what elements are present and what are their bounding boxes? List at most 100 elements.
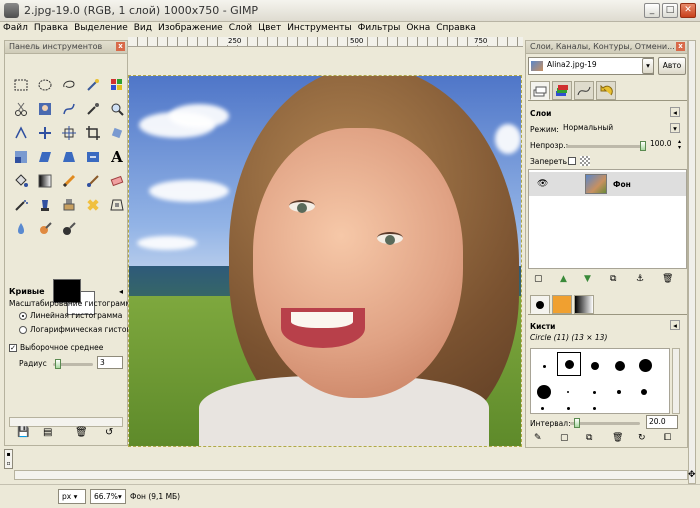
rotate-icon[interactable] (107, 123, 127, 143)
menu-windows[interactable]: Окна (403, 22, 433, 33)
auto-button[interactable]: Авто (658, 57, 686, 75)
log-histogram-option[interactable]: Логарифмическая гистограм (19, 325, 145, 334)
reset-options-icon[interactable]: ↺ (105, 427, 113, 438)
airbrush-icon[interactable] (11, 195, 31, 215)
brush-item[interactable] (591, 362, 599, 370)
image-select-arrow-icon[interactable]: ▾ (642, 58, 654, 74)
menu-filters[interactable]: Фильтры (355, 22, 404, 33)
dodge-burn-icon[interactable] (59, 219, 79, 239)
menu-image[interactable]: Изображение (155, 22, 226, 33)
main-horizontal-scrollbar[interactable] (14, 470, 688, 480)
spacing-slider[interactable] (570, 422, 640, 425)
blend-icon[interactable] (35, 171, 55, 191)
text-icon[interactable]: A (107, 147, 127, 167)
refresh-brushes-icon[interactable]: ↻ (638, 433, 646, 443)
zoom-dropdown-icon[interactable]: ▾ (118, 492, 122, 501)
layers-tab-icon[interactable] (530, 81, 550, 100)
spacing-slider-handle[interactable] (574, 418, 580, 428)
raise-layer-icon[interactable]: ▲ (560, 274, 567, 284)
menu-file[interactable]: Файл (0, 22, 31, 33)
image-selector[interactable]: Alina2.jpg-19 (528, 57, 654, 75)
fg-bg-colors[interactable] (53, 279, 99, 315)
menu-edit[interactable]: Правка (31, 22, 71, 33)
restore-options-icon[interactable]: ▤ (43, 427, 52, 438)
scale-icon[interactable] (11, 147, 31, 167)
opacity-slider[interactable] (566, 145, 642, 148)
sample-average-checkbox[interactable]: ✓ (9, 344, 17, 352)
paths-icon[interactable] (59, 99, 79, 119)
brush-item[interactable] (639, 359, 652, 372)
pencil-icon[interactable] (59, 171, 79, 191)
rect-select-icon[interactable] (11, 75, 31, 95)
select-by-color-icon[interactable] (107, 75, 127, 95)
new-layer-icon[interactable]: ▢ (534, 274, 543, 284)
lock-pixels-checkbox[interactable] (568, 157, 576, 165)
linear-radio[interactable] (19, 312, 27, 320)
new-brush-icon[interactable]: ▢ (560, 433, 569, 443)
layers-list[interactable]: 👁 Фон (528, 169, 687, 269)
foreground-select-icon[interactable] (35, 99, 55, 119)
scissors-icon[interactable] (11, 99, 31, 119)
clone-icon[interactable] (59, 195, 79, 215)
delete-brush-icon[interactable]: 🗑 (612, 433, 623, 443)
radius-input[interactable]: 3 (97, 356, 123, 369)
menu-view[interactable]: Вид (131, 22, 155, 33)
horizontal-ruler[interactable]: 250 500 750 (128, 37, 523, 47)
brush-item[interactable] (537, 385, 551, 399)
toolbox-close-icon[interactable]: x (116, 42, 125, 51)
opacity-spin-icon[interactable]: ▴ ▾ (678, 139, 681, 151)
zoom-icon[interactable] (107, 99, 127, 119)
align-icon[interactable] (59, 123, 79, 143)
radius-slider-handle[interactable] (55, 359, 61, 369)
measure-icon[interactable] (11, 123, 31, 143)
opacity-slider-handle[interactable] (640, 141, 646, 151)
bucket-fill-icon[interactable] (11, 171, 31, 191)
open-as-image-icon[interactable]: ⧠ (664, 433, 671, 443)
perspective-icon[interactable] (59, 147, 79, 167)
brush-item[interactable] (617, 390, 621, 394)
tool-options-menu-icon[interactable]: ◂ (119, 287, 123, 296)
brush-grid[interactable] (530, 348, 670, 414)
linear-histogram-option[interactable]: Линейная гистограмма (19, 311, 122, 320)
navigate-icon[interactable]: ✥ (688, 470, 698, 482)
menu-layer[interactable]: Слой (226, 22, 255, 33)
brush-item[interactable] (615, 361, 625, 371)
lasso-icon[interactable] (59, 75, 79, 95)
brush-item-selected[interactable] (557, 352, 581, 376)
image-canvas[interactable] (128, 48, 523, 448)
save-options-icon[interactable]: 💾 (17, 427, 29, 438)
color-picker-icon[interactable] (83, 99, 103, 119)
menu-tools[interactable]: Инструменты (284, 22, 354, 33)
brushes-menu-icon[interactable]: ◂ (670, 320, 680, 330)
eraser-icon[interactable] (107, 171, 127, 191)
spacing-input[interactable]: 20.0 (646, 415, 678, 429)
main-vertical-scrollbar[interactable] (688, 40, 696, 484)
fuzzy-select-icon[interactable] (83, 75, 103, 95)
lower-layer-icon[interactable]: ▼ (584, 274, 591, 284)
ellipse-select-icon[interactable] (35, 75, 55, 95)
crop-icon[interactable] (83, 123, 103, 143)
opacity-input[interactable]: 100.0 (648, 138, 678, 152)
blur-icon[interactable] (11, 219, 31, 239)
dock-close-icon[interactable]: x (676, 42, 685, 51)
delete-options-icon[interactable]: 🗑 (75, 427, 88, 438)
maximize-button[interactable]: □ (662, 3, 678, 18)
menu-colors[interactable]: Цвет (255, 22, 284, 33)
menu-select[interactable]: Выделение (71, 22, 131, 33)
brush-item[interactable] (593, 407, 596, 410)
brush-item[interactable] (567, 391, 569, 393)
brush-item[interactable] (541, 407, 544, 410)
anchor-layer-icon[interactable]: ⚓ (636, 274, 644, 284)
brush-scrollbar[interactable] (672, 348, 680, 414)
move-icon[interactable] (35, 123, 55, 143)
brush-item[interactable] (543, 365, 546, 368)
ink-icon[interactable] (35, 195, 55, 215)
close-button[interactable]: ✕ (680, 3, 696, 18)
lock-alpha-icon[interactable] (580, 156, 590, 166)
unit-select[interactable]: px ▾ (58, 489, 86, 504)
mode-select[interactable]: Нормальный (560, 122, 680, 136)
mode-dropdown-icon[interactable]: ▾ (670, 123, 680, 133)
toolbox-scrollbar[interactable] (9, 417, 123, 427)
layers-menu-icon[interactable]: ◂ (670, 107, 680, 117)
brushes-tab-icon[interactable] (530, 295, 550, 314)
